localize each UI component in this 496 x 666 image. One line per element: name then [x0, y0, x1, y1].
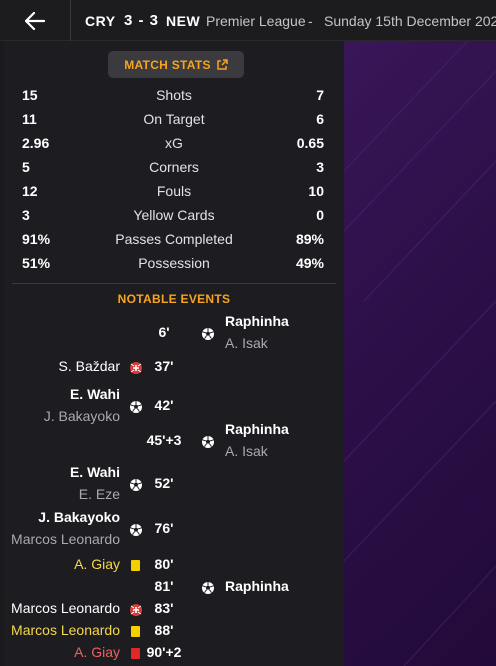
- event-player[interactable]: E. Wahi: [70, 464, 120, 480]
- event-icon: [129, 559, 143, 573]
- event-row: 81' Raphinha: [4, 575, 344, 597]
- event-icon: [129, 361, 143, 375]
- event-row: 37' S. Baždar: [4, 355, 344, 377]
- event-minute: 81': [154, 578, 174, 594]
- away-team-abbr[interactable]: NEW: [166, 13, 200, 29]
- match-stats-button[interactable]: MATCH STATS: [108, 51, 244, 78]
- top-bar: CRY 3 - 3 NEW Premier League - Sunday 15…: [0, 0, 496, 41]
- event-player[interactable]: J. Bakayoko: [38, 509, 120, 525]
- event-icon: [129, 400, 143, 414]
- stat-away-value: 0: [316, 207, 324, 223]
- popout-icon: [217, 59, 228, 70]
- match-stats-panel: MATCH STATS 15 Shots 7 11 On Target 6 2.96 xG 0.…: [4, 41, 344, 666]
- event-row: 90'+2 A. Giay: [4, 641, 344, 663]
- event-row: 52' E. Wahi E. Eze: [4, 464, 344, 508]
- event-player[interactable]: Marcos Leonardo: [11, 600, 120, 616]
- event-assist[interactable]: Marcos Leonardo: [11, 531, 120, 547]
- match-date: Sunday 15th December 2024: [324, 13, 496, 29]
- stat-away-value: 89%: [295, 231, 324, 247]
- stat-row: 5 Corners 3: [4, 155, 344, 179]
- event-row: 6' Raphinha A. Isak: [4, 313, 344, 357]
- event-player[interactable]: Raphinha: [225, 578, 289, 594]
- event-row: 76' J. Bakayoko Marcos Leonardo: [4, 509, 344, 553]
- stat-label: Corners: [149, 159, 199, 175]
- stat-row: 11 On Target 6: [4, 107, 344, 131]
- event-player[interactable]: S. Baždar: [59, 358, 120, 374]
- event-assist[interactable]: E. Eze: [79, 486, 120, 502]
- stat-away-value: 6: [316, 111, 324, 127]
- stat-away-value: 0.65: [296, 135, 324, 151]
- event-minute: 52': [154, 475, 174, 491]
- event-row: 88' Marcos Leonardo: [4, 619, 344, 641]
- home-team-abbr[interactable]: CRY: [85, 13, 116, 29]
- football-icon: [202, 436, 214, 448]
- football-icon: [130, 479, 142, 491]
- event-icon: [201, 581, 215, 595]
- event-minute: 37': [154, 358, 174, 374]
- event-icon: [129, 647, 143, 661]
- event-minute: 90'+2: [146, 644, 182, 660]
- event-assist[interactable]: A. Isak: [225, 443, 268, 459]
- stat-row: 12 Fouls 10: [4, 179, 344, 203]
- event-player[interactable]: A. Giay: [74, 556, 120, 572]
- event-player[interactable]: Raphinha: [225, 313, 289, 329]
- injury-icon: [130, 604, 142, 616]
- back-button[interactable]: [0, 0, 71, 41]
- header-separator: -: [308, 13, 313, 29]
- match-stats-label: MATCH STATS: [124, 57, 211, 72]
- stat-label: Yellow Cards: [133, 207, 215, 223]
- stat-away-value: 49%: [295, 255, 324, 271]
- event-assist[interactable]: A. Isak: [225, 335, 268, 351]
- red-card-icon: [131, 648, 140, 659]
- stat-away-value: 7: [316, 87, 324, 103]
- event-row: 45'+3 Raphinha A. Isak: [4, 421, 344, 465]
- event-icon: [129, 523, 143, 537]
- divider: [12, 283, 336, 284]
- background-decoration: [344, 41, 496, 666]
- event-icon: [201, 435, 215, 449]
- stat-row: 3 Yellow Cards 0: [4, 203, 344, 227]
- event-player[interactable]: E. Wahi: [70, 386, 120, 402]
- injury-icon: [130, 362, 142, 374]
- match-score: 3 - 3: [124, 12, 160, 29]
- football-icon: [202, 582, 214, 594]
- stat-row: 15 Shots 7: [4, 83, 344, 107]
- stat-label: Fouls: [156, 183, 192, 199]
- stat-label: Passes Completed: [115, 231, 233, 247]
- event-player[interactable]: A. Giay: [74, 644, 120, 660]
- event-row: 83' Marcos Leonardo: [4, 597, 344, 619]
- event-icon: [129, 603, 143, 617]
- event-minute: 80': [154, 556, 174, 572]
- event-icon: [129, 478, 143, 492]
- event-minute: 76': [154, 520, 174, 536]
- event-minute: 42': [154, 397, 174, 413]
- arrow-left-icon: [25, 11, 45, 30]
- stat-row: 91% Passes Completed 89%: [4, 227, 344, 251]
- event-minute: 88': [154, 622, 174, 638]
- football-icon: [130, 401, 142, 413]
- stat-away-value: 10: [308, 183, 324, 199]
- yellow-card-icon: [131, 560, 140, 571]
- notable-events-title: NOTABLE EVENTS: [117, 292, 231, 306]
- stat-row: 51% Possession 49%: [4, 251, 344, 275]
- stat-away-value: 3: [316, 159, 324, 175]
- event-minute: 83': [154, 600, 174, 616]
- event-minute: 6': [158, 324, 170, 340]
- stat-label: Possession: [138, 255, 210, 271]
- event-player[interactable]: Raphinha: [225, 421, 289, 437]
- competition-name[interactable]: Premier League: [206, 13, 306, 29]
- football-icon: [130, 524, 142, 536]
- stat-label: Shots: [156, 87, 192, 103]
- stat-label: xG: [165, 135, 183, 151]
- event-minute: 45'+3: [146, 432, 182, 448]
- event-icon: [201, 327, 215, 341]
- event-icon: [129, 625, 143, 639]
- stat-label: On Target: [143, 111, 205, 127]
- event-player[interactable]: Marcos Leonardo: [11, 622, 120, 638]
- yellow-card-icon: [131, 626, 140, 637]
- football-icon: [202, 328, 214, 340]
- event-row: 80' A. Giay: [4, 553, 344, 575]
- stat-row: 2.96 xG 0.65: [4, 131, 344, 155]
